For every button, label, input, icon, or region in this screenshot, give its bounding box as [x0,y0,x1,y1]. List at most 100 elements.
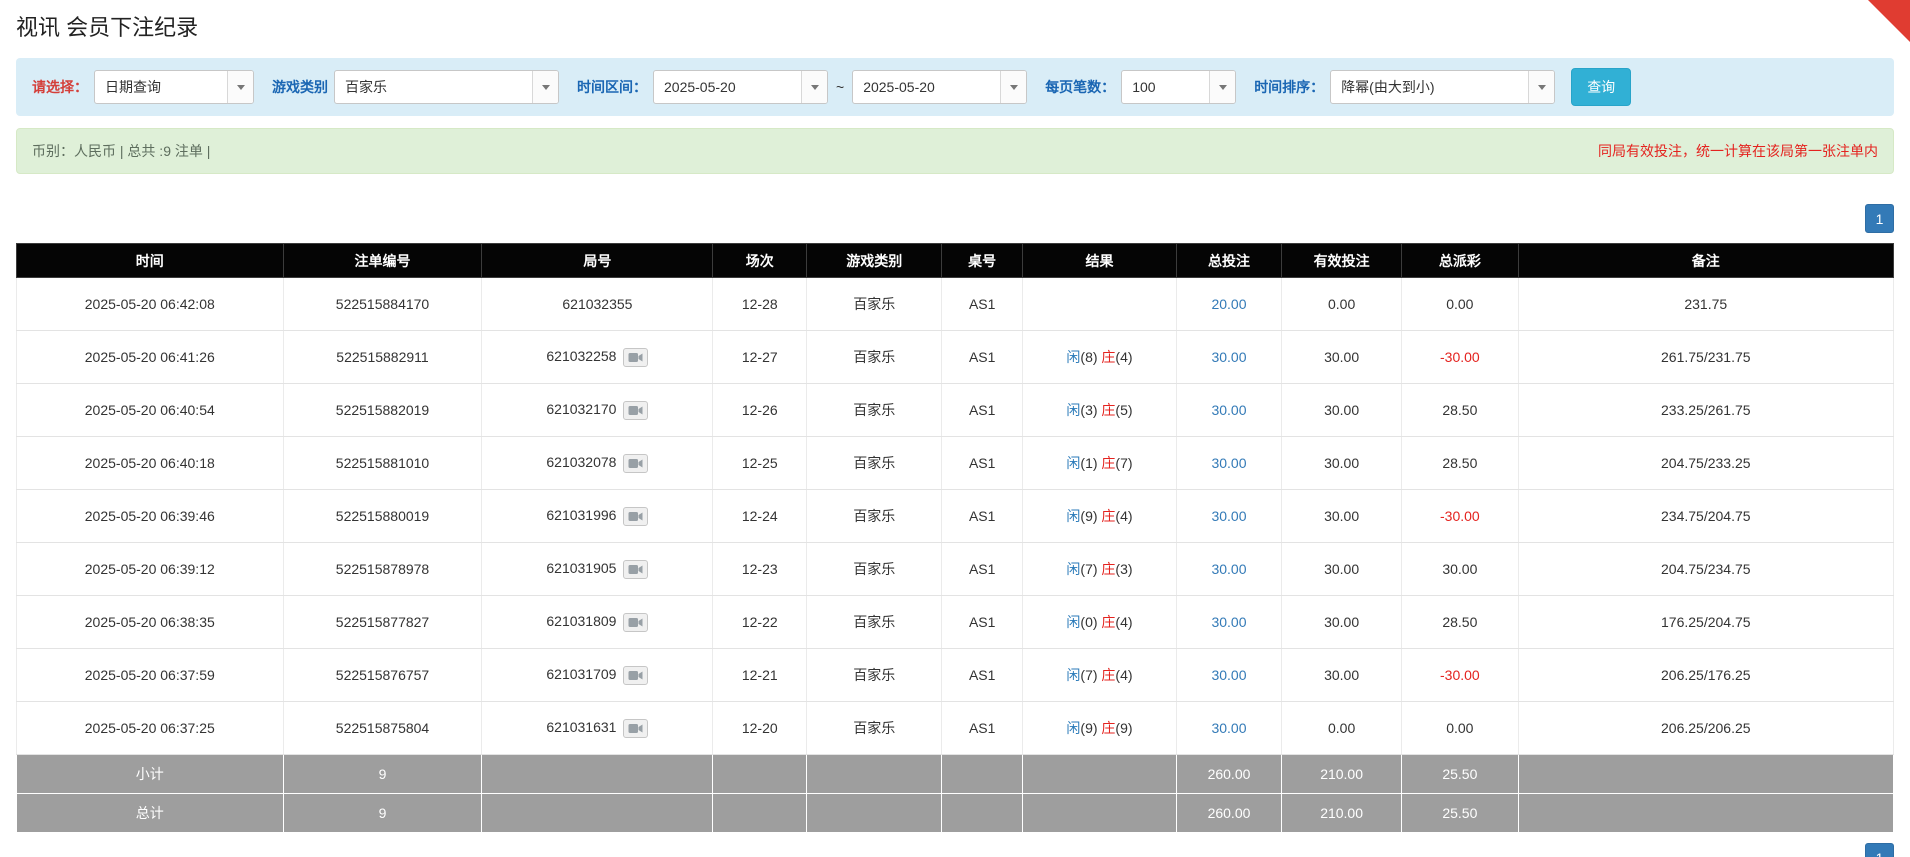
summary-label-cell: 小计 [17,755,284,794]
total-bet-link[interactable]: 30.00 [1211,667,1246,683]
video-replay-icon[interactable] [623,401,648,420]
per-page-select[interactable]: 100 [1121,70,1236,104]
bet-id-cell: 522515881010 [283,437,482,490]
video-replay-icon[interactable] [623,560,648,579]
banker-result-label: 庄 [1101,508,1115,524]
summary-empty-cell [942,794,1023,833]
total-bet-link[interactable]: 30.00 [1211,561,1246,577]
date-from-select[interactable]: 2025-05-20 [653,70,828,104]
column-header: 局号 [482,244,713,278]
total-bet-link[interactable]: 20.00 [1211,296,1246,312]
player-result-label: 闲 [1066,667,1080,683]
summary-empty-cell [482,794,713,833]
banker-result-score: (4) [1115,614,1132,630]
summary-total-bet-cell: 260.00 [1176,794,1281,833]
banker-result-score: (5) [1115,402,1132,418]
total-bet-cell: 30.00 [1176,437,1281,490]
table-number-cell: AS1 [942,543,1023,596]
session-cell: 12-23 [713,543,807,596]
game-type-cell: 百家乐 [807,384,942,437]
total-bet-link[interactable]: 30.00 [1211,720,1246,736]
session-cell: 12-28 [713,278,807,331]
remark-cell: 204.75/234.75 [1518,543,1893,596]
valid-bet-cell: 0.00 [1282,278,1402,331]
round-number: 621032355 [562,296,632,312]
video-replay-icon[interactable] [623,348,648,367]
result-cell: 闲(9) 庄(9) [1023,702,1177,755]
date-to-select[interactable]: 2025-05-20 [852,70,1027,104]
video-replay-icon[interactable] [623,613,648,632]
summary-empty-cell [713,794,807,833]
result-cell: 闲(8) 庄(4) [1023,331,1177,384]
table-number-cell: AS1 [942,278,1023,331]
remark-cell: 233.25/261.75 [1518,384,1893,437]
total-bet-link[interactable]: 30.00 [1211,614,1246,630]
summary-currency-count: 币别：人民币 | 总共 :9 注单 | [32,141,210,161]
sort-order-label: 时间排序： [1254,77,1324,97]
total-bet-cell: 30.00 [1176,331,1281,384]
session-cell: 12-24 [713,490,807,543]
round-cell: 621031631 [482,702,713,755]
remark-cell: 234.75/204.75 [1518,490,1893,543]
game-type-value: 百家乐 [335,71,532,103]
summary-row: 小计9260.00210.0025.50 [17,755,1894,794]
total-bet-link[interactable]: 30.00 [1211,402,1246,418]
total-bet-link[interactable]: 30.00 [1211,508,1246,524]
time-cell: 2025-05-20 06:40:54 [17,384,284,437]
table-number-cell: AS1 [942,649,1023,702]
total-bet-cell: 30.00 [1176,490,1281,543]
chevron-down-icon[interactable] [532,71,558,103]
time-cell: 2025-05-20 06:39:12 [17,543,284,596]
page-container: 视讯 会员下注纪录 请选择： 日期查询 游戏类别 百家乐 时间区间： 2025-… [0,0,1910,857]
table-row: 2025-05-20 06:37:25522515875804621031631… [17,702,1894,755]
summary-empty-cell [482,755,713,794]
video-replay-icon[interactable] [623,666,648,685]
chevron-down-icon[interactable] [227,71,253,103]
video-replay-icon[interactable] [623,454,648,473]
scroll-top-ribbon[interactable] [1868,0,1910,42]
result-cell: 闲(9) 庄(4) [1023,490,1177,543]
result-cell: 闲(7) 庄(3) [1023,543,1177,596]
chevron-down-icon[interactable] [801,71,827,103]
total-bet-cell: 30.00 [1176,384,1281,437]
table-row: 2025-05-20 06:40:54522515882019 621032170… [17,384,1894,437]
round-cell: 621032355 [482,278,713,331]
bet-id-cell: 522515875804 [283,702,482,755]
bet-id-cell: 522515877827 [283,596,482,649]
video-replay-icon[interactable] [623,507,648,526]
table-number-cell: AS1 [942,437,1023,490]
video-replay-icon[interactable] [623,719,648,738]
payout-cell: -30.00 [1402,490,1518,543]
summary-valid-bet-cell: 210.00 [1282,794,1402,833]
query-type-select[interactable]: 日期查询 [94,70,254,104]
page-1-button[interactable]: 1 [1865,843,1894,857]
chevron-down-icon[interactable] [1209,71,1235,103]
page-1-button[interactable]: 1 [1865,204,1894,233]
banker-result-score: (4) [1115,508,1132,524]
summary-empty-cell [942,755,1023,794]
chevron-down-icon[interactable] [1000,71,1026,103]
round-number: 621032170 [546,401,616,417]
summary-empty-cell [1023,794,1177,833]
chevron-down-icon[interactable] [1528,71,1554,103]
summary-payout-cell: 25.50 [1402,794,1518,833]
table-row: 2025-05-20 06:38:35522515877827621031809… [17,596,1894,649]
table-number-cell: AS1 [942,490,1023,543]
player-result-score: (9) [1080,720,1097,736]
sort-order-select[interactable]: 降幂(由大到小) [1330,70,1555,104]
pagination-bottom: 1 [16,843,1894,857]
query-type-label: 请选择： [32,77,88,97]
payout-cell: 30.00 [1402,543,1518,596]
search-button[interactable]: 查询 [1571,68,1631,106]
total-bet-link[interactable]: 30.00 [1211,455,1246,471]
date-from-value: 2025-05-20 [654,71,801,103]
bet-id-cell: 522515882019 [283,384,482,437]
round-number: 621031709 [546,666,616,682]
session-cell: 12-21 [713,649,807,702]
total-bet-link[interactable]: 30.00 [1211,349,1246,365]
game-type-select[interactable]: 百家乐 [334,70,559,104]
round-cell: 621031905 [482,543,713,596]
column-header: 备注 [1518,244,1893,278]
summary-empty-cell [1518,755,1893,794]
round-number: 621032078 [546,454,616,470]
